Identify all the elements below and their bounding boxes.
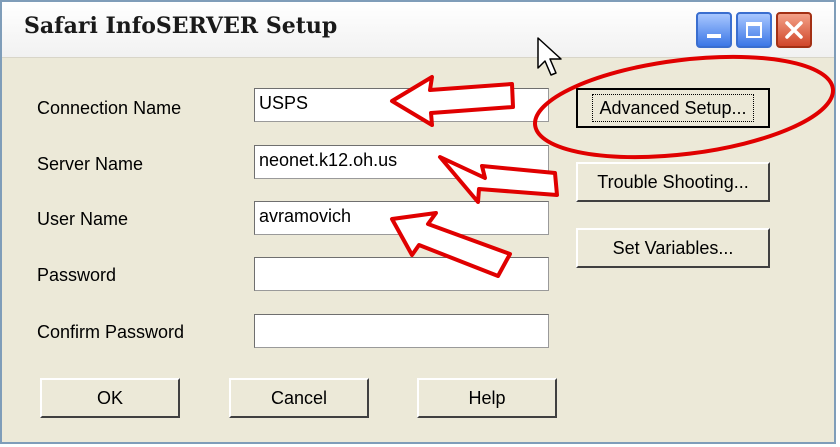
ok-button[interactable]: OK [40,378,180,418]
close-button[interactable] [776,12,812,48]
close-icon [785,21,803,39]
user-name-label: User Name [37,209,129,229]
maximize-button[interactable] [736,12,772,48]
help-button[interactable]: Help [417,378,557,418]
server-name-label: Server Name [37,154,144,174]
minimize-button[interactable] [696,12,732,48]
title-bar[interactable]: Safari InfoSERVER Setup [2,2,834,58]
set-variables-button[interactable]: Set Variables... [576,228,770,268]
advanced-setup-button[interactable]: Advanced Setup... [576,88,770,128]
window-title: Safari InfoSERVER Setup [24,13,338,39]
password-label: Password [37,265,117,285]
confirm-password-field[interactable] [254,314,549,348]
user-name-field[interactable]: avramovich [254,201,549,235]
password-field[interactable] [254,257,549,291]
connection-name-label: Connection Name [37,98,182,118]
advanced-setup-label: Advanced Setup... [592,94,754,122]
trouble-shooting-button[interactable]: Trouble Shooting... [576,162,770,202]
connection-name-field[interactable]: USPS [254,88,549,122]
confirm-password-label: Confirm Password [37,322,185,342]
server-name-field[interactable]: neonet.k12.oh.us [254,145,549,179]
cancel-button[interactable]: Cancel [229,378,369,418]
setup-dialog: Safari InfoSERVER Setup Connection Name … [0,0,836,444]
